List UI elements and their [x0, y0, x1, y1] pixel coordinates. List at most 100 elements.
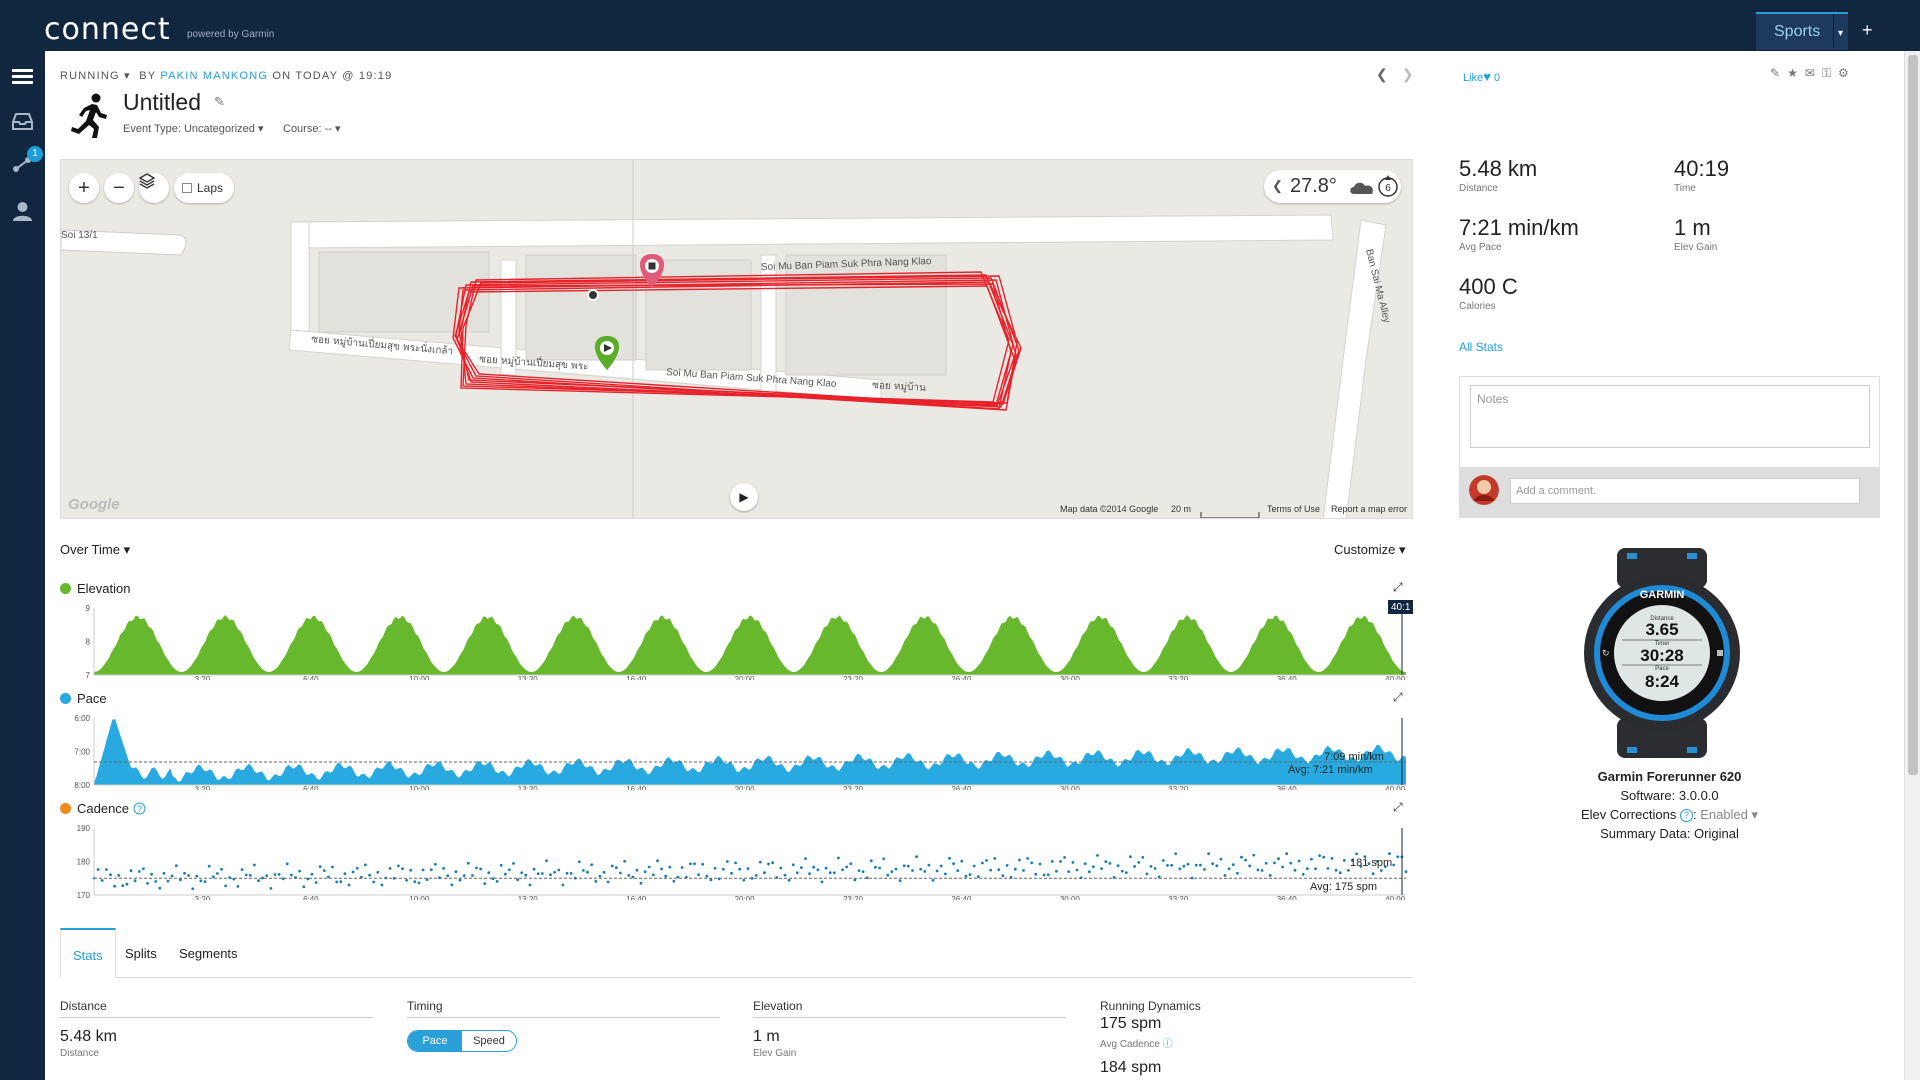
event-type-dropdown[interactable]: Event Type: Uncategorized ▾ — [123, 122, 263, 135]
cadence-point — [1174, 852, 1178, 856]
cadence-point — [125, 882, 129, 886]
cadence-point — [199, 879, 203, 883]
x-tick-label: 36:40 — [1277, 785, 1298, 790]
cadence-point — [906, 864, 910, 868]
avatar — [1469, 475, 1499, 505]
cadence-point — [220, 867, 223, 871]
help-icon[interactable]: ? — [133, 802, 146, 815]
cadence-point — [911, 869, 914, 872]
cadence-chart[interactable]: 190 180 170 3:20 6:40 10:00 13:20 16:40 20:00 23:… — [60, 820, 1413, 900]
gear-icon[interactable]: ⚙ — [1838, 66, 1856, 80]
laps-toggle[interactable]: Laps — [174, 173, 234, 203]
x-tick-label: 23:20 — [843, 785, 864, 790]
cadence-point — [475, 866, 478, 870]
report-map-error-link[interactable]: Report a map error — [1331, 504, 1407, 514]
customize-dropdown[interactable]: Customize ▾ — [1334, 542, 1406, 558]
cadence-point — [409, 868, 413, 872]
elevation-chart-label[interactable]: Elevation — [60, 581, 130, 596]
cadence-point — [627, 874, 631, 877]
connect-logo[interactable]: connect — [44, 12, 171, 47]
laps-checkbox[interactable] — [182, 183, 192, 193]
course-dropdown[interactable]: Course: -- ▾ — [283, 122, 340, 135]
elevation-chart[interactable]: 9 8 7 3:20 6:40 10:00 13:20 16:40 20:00 23:20 26:4… — [60, 600, 1413, 680]
scrollbar-thumb[interactable] — [1908, 55, 1918, 775]
weather-collapse-icon[interactable]: ❮ — [1272, 178, 1283, 194]
edit-title-icon[interactable]: ✎ — [214, 94, 225, 110]
comment-input[interactable]: Add a comment. — [1510, 478, 1860, 504]
tab-stats[interactable]: Stats — [60, 928, 116, 978]
cadence-point — [364, 863, 367, 867]
elevation-stats: Elevation 1 m Elev Gain — [753, 999, 1066, 1059]
help-icon[interactable]: ⓘ — [1163, 1039, 1173, 1050]
cadence-point — [1083, 862, 1087, 866]
cadence-point — [1318, 854, 1321, 857]
page-scrollbar[interactable] — [1904, 51, 1920, 1080]
layers-button[interactable] — [139, 173, 169, 203]
avg-cadence-value: 175 spm — [1100, 1015, 1162, 1032]
pace-toggle-button[interactable]: Pace — [408, 1031, 462, 1051]
cadence-point — [754, 874, 758, 877]
add-button[interactable]: + — [1862, 20, 1873, 41]
tab-segments[interactable]: Segments — [167, 928, 250, 978]
cadence-point — [730, 871, 733, 875]
cadence-point — [355, 866, 359, 870]
expand-pace-icon[interactable]: ⤢ — [1393, 690, 1403, 705]
zoom-out-button[interactable]: − — [104, 173, 134, 203]
help-icon[interactable]: ? — [1679, 809, 1693, 822]
route-map[interactable]: Soi 13/1 Soi Mu Ban Piam Suk Phra Nang K… — [60, 159, 1413, 519]
profile-icon[interactable] — [10, 199, 35, 224]
inbox-icon[interactable] — [10, 109, 35, 134]
pace-chart-label[interactable]: Pace — [60, 691, 107, 706]
x-tick-label: 16:40 — [626, 785, 647, 790]
all-stats-link[interactable]: All Stats — [1459, 340, 1503, 354]
cadence-point — [191, 887, 195, 891]
next-activity-icon[interactable]: ❯ — [1402, 66, 1414, 82]
cadence-chart-label[interactable]: Cadence ? — [60, 801, 146, 816]
cadence-point — [1055, 869, 1058, 873]
like-button[interactable]: Like♥ 0 — [1463, 69, 1500, 84]
weather-widget[interactable]: ❮ 27.8° 6 — [1264, 170, 1401, 203]
elev-corrections-dropdown[interactable]: Enabled ▾ — [1700, 807, 1758, 822]
sports-dropdown-caret[interactable]: ▾ — [1833, 14, 1847, 48]
distance-heading: Distance — [60, 999, 373, 1018]
avg-cadence-label: Avg: 175 spm — [1310, 881, 1377, 893]
x-tick-label: 3:20 — [195, 895, 211, 900]
summary-elev-gain-label: Elev Gain — [1674, 242, 1718, 253]
cadence-point — [1285, 852, 1289, 856]
cadence-point — [1194, 863, 1198, 867]
activity-type[interactable]: RUNNING — [60, 70, 120, 82]
play-route-button[interactable]: ▶ — [730, 483, 758, 511]
cadence-point — [273, 873, 277, 876]
over-time-dropdown[interactable]: Over Time ▾ — [60, 542, 130, 558]
distance-stats: Distance 5.48 km Distance — [60, 999, 373, 1059]
cadence-point — [1075, 868, 1079, 872]
elevation-label: Elevation — [77, 581, 131, 596]
elevation-legend-dot — [60, 583, 71, 594]
cloud-icon — [1350, 182, 1373, 194]
cadence-point — [989, 868, 992, 872]
star-icon[interactable]: ★ — [1787, 66, 1805, 80]
previous-activity-icon[interactable]: ❮ — [1376, 66, 1388, 82]
cadence-point — [290, 873, 293, 877]
author-link[interactable]: PAKIN MANKONG — [160, 70, 268, 82]
speed-toggle-button[interactable]: Speed — [462, 1031, 516, 1051]
email-icon[interactable]: ✉ — [1805, 66, 1822, 80]
cadence-point — [565, 871, 569, 875]
activity-title[interactable]: Untitled — [123, 89, 201, 116]
terms-link[interactable]: Terms of Use — [1267, 504, 1320, 514]
edit-icon[interactable]: ✎ — [1770, 66, 1787, 80]
summary-time: 40:19 Time — [1674, 156, 1729, 194]
zoom-in-button[interactable]: + — [69, 173, 99, 203]
pace-chart[interactable]: 6:00 7:00 8:00 3:20 6:40 10:00 13:20 16:40 20:00… — [60, 710, 1413, 790]
x-tick-label: 3:20 — [195, 785, 211, 790]
lock-icon[interactable]: ⚿ — [1822, 66, 1838, 80]
cadence-point — [335, 880, 339, 884]
notes-field[interactable]: Notes — [1470, 385, 1870, 448]
menu-icon[interactable] — [10, 64, 35, 89]
activity-type-caret-icon[interactable]: ▾ — [124, 70, 131, 82]
expand-cadence-icon[interactable]: ⤢ — [1393, 800, 1403, 815]
expand-elevation-icon[interactable]: ⤢ — [1393, 580, 1403, 595]
cadence-point — [121, 884, 125, 888]
cadence-point — [1396, 855, 1400, 859]
tab-splits[interactable]: Splits — [113, 928, 169, 978]
